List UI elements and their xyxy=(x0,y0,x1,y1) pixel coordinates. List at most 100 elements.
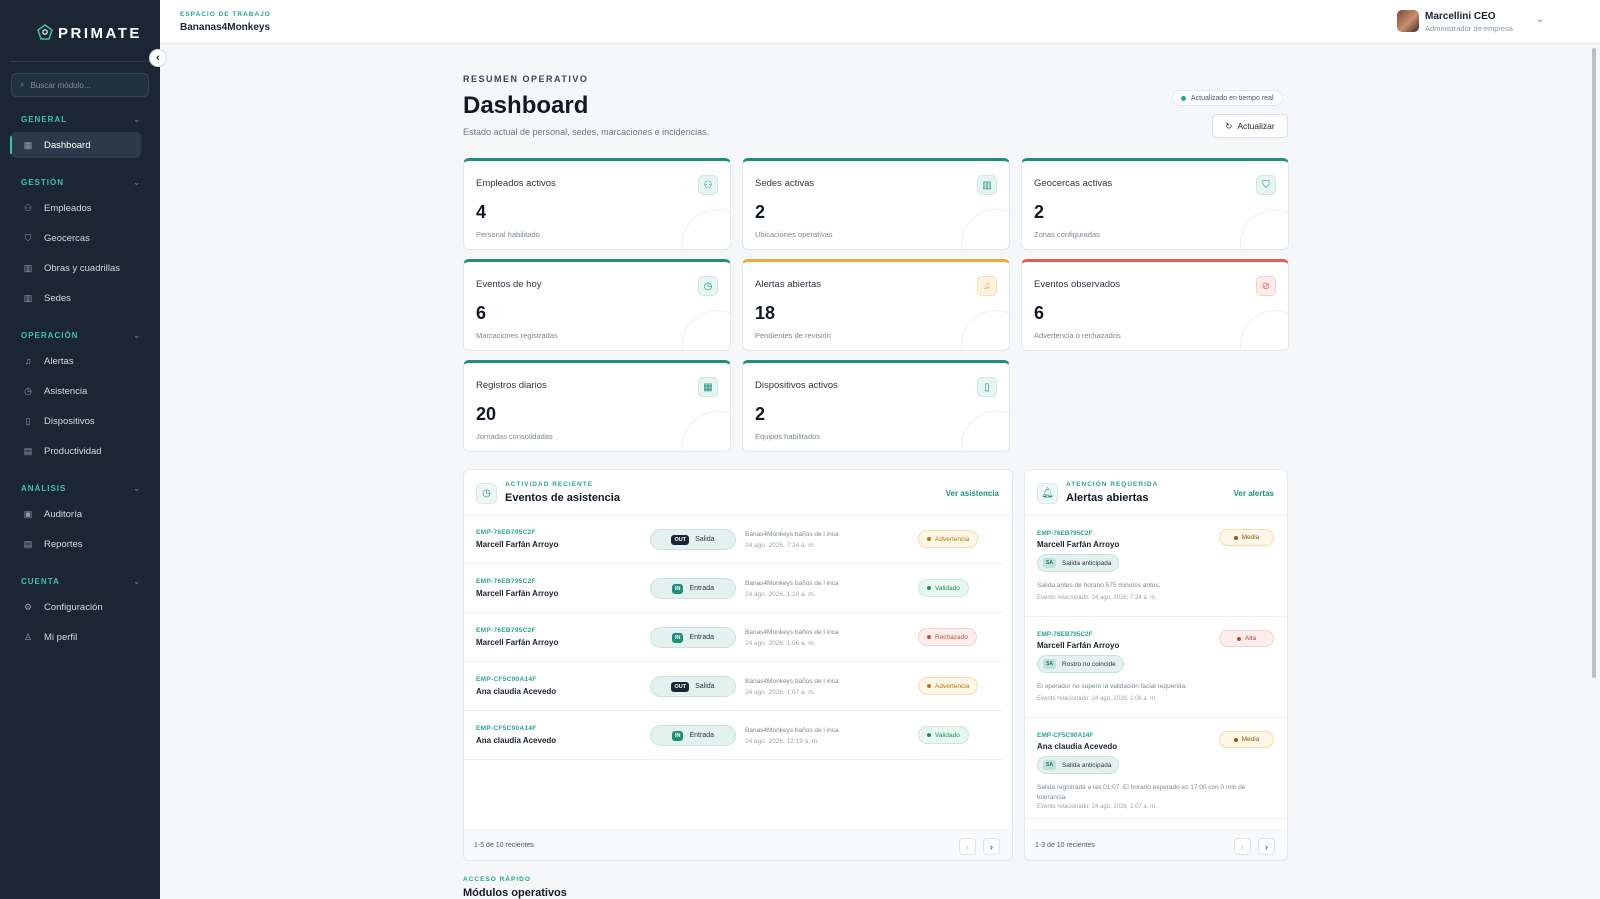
event-date: 24 ago. 2026, 12:19 a. m. xyxy=(745,738,820,745)
panel-footer: 1-3 de 10 recientes ‹ › xyxy=(1025,830,1287,860)
workspace-name[interactable]: Bananas4Monkeys xyxy=(180,22,270,33)
employee-code[interactable]: EMP-CF5C90A14F xyxy=(476,725,537,732)
event-location: Banas4Monkeys baños de l inca xyxy=(745,531,839,538)
event-direction-badge: IN xyxy=(671,583,684,594)
chevron-left-icon: ‹ xyxy=(156,52,160,64)
alert-item[interactable]: EMP-76EB795C2F Marcell Farfán Arroyo Media… xyxy=(1025,516,1287,617)
view-attendance-link[interactable]: Ver asistencia xyxy=(946,489,999,498)
event-direction-badge: IN xyxy=(671,730,684,741)
prev-page-button[interactable]: ‹ xyxy=(1234,838,1251,855)
alert-type-chip: SA Rostro no coincide xyxy=(1037,655,1124,673)
panel-kicker: ATENCIÓN REQUERIDA xyxy=(1066,481,1159,488)
status-badge: Validado xyxy=(918,726,969,744)
prev-page-button[interactable]: ‹ xyxy=(959,838,976,855)
view-alerts-link[interactable]: Ver alertas xyxy=(1234,489,1274,498)
app-logo-text: PRIMATE xyxy=(58,24,142,42)
event-type-label: Salida xyxy=(695,683,715,690)
sidebar-section-3[interactable]: ANÁLISIS ⌄ xyxy=(21,484,141,493)
sidebar-section-2[interactable]: OPERACIÓN ⌄ xyxy=(21,331,141,340)
sidebar-section-0[interactable]: GENERAL ⌄ xyxy=(21,115,141,124)
workspace-kicker: ESPACIO DE TRABAJO xyxy=(180,11,271,18)
sidebar-item-label: Reportes xyxy=(44,538,83,550)
stat-card[interactable]: Eventos observados 6 Advertencia o rechaza… xyxy=(1021,259,1289,351)
employee-name: Ana claudia Acevedo xyxy=(1037,742,1118,751)
card-decoration xyxy=(682,310,730,350)
stat-card[interactable]: Dispositivos activos 2 Equipos habilitados… xyxy=(742,360,1010,452)
stat-card[interactable]: Geocercas activas 2 Zonas configuradas ⛉ xyxy=(1021,158,1289,250)
page-subtitle: Estado actual de personal, sedes, marcac… xyxy=(463,127,710,137)
phone-icon: ▯ xyxy=(25,415,31,426)
employee-code[interactable]: EMP-76EB795C2F xyxy=(476,529,536,536)
sidebar-section-1[interactable]: GESTIÓN ⌄ xyxy=(21,178,141,187)
stat-card[interactable]: Empleados activos 4 Personal habilitado ⚇ xyxy=(463,158,731,250)
panel-title: Eventos de asistencia xyxy=(505,492,620,504)
sidebar-item-label: Dispositivos xyxy=(44,415,95,427)
employee-code[interactable]: EMP-76EB795C2F xyxy=(476,578,536,585)
stat-value: 2 xyxy=(755,404,766,424)
stat-value: 6 xyxy=(476,303,487,323)
stat-card[interactable]: Sedes activas 2 Ubicaciones operativas ▥ xyxy=(742,158,1010,250)
sidebar-item-dashboard[interactable]: ▦ Dashboard xyxy=(10,132,141,158)
scrollbar[interactable] xyxy=(1592,48,1596,678)
alert-item[interactable]: EMP-CF5C90A14F Ana claudia Acevedo Media SA… xyxy=(1025,718,1287,819)
table-row[interactable]: EMP-76EB795C2F Marcell Farfán Arroyo IN Ent… xyxy=(464,565,1002,613)
employee-name: Ana claudia Acevedo xyxy=(476,736,557,745)
stat-card[interactable]: Alertas abiertas 18 Pendientes de revisión… xyxy=(742,259,1010,351)
stat-card[interactable]: Eventos de hoy 6 Marcaciones registradas ◷ xyxy=(463,259,731,351)
table-row[interactable]: EMP-CF5C90A14F Ana claudia Acevedo OUT Sali… xyxy=(464,663,1002,711)
next-page-button[interactable]: › xyxy=(1258,838,1275,855)
building-icon: ▥ xyxy=(23,262,33,273)
employee-code[interactable]: EMP-76EB795C2F xyxy=(476,627,536,634)
sidebar-item-label: Auditoría xyxy=(44,508,83,520)
sidebar-item-alertas[interactable]: ♫ Alertas xyxy=(11,348,141,374)
employee-code[interactable]: EMP-76EB795C2F xyxy=(1037,530,1093,537)
stat-title: Eventos de hoy xyxy=(476,279,542,290)
alert-item[interactable]: EMP-76EB795C2F Marcell Farfán Arroyo Alta S… xyxy=(1025,617,1287,718)
sidebar-item-asistencia[interactable]: ◷ Asistencia xyxy=(11,378,141,404)
employee-code[interactable]: EMP-76EB795C2F xyxy=(1037,631,1093,638)
card-decoration xyxy=(1240,310,1288,350)
sidebar-item-sedes[interactable]: ▥ Sedes xyxy=(11,285,141,311)
sidebar-item-obras-y-cuadrillas[interactable]: ▥ Obras y cuadrillas xyxy=(11,255,141,281)
stat-subtitle: Equipos habilitados xyxy=(755,432,821,441)
employee-name: Marcell Farfán Arroyo xyxy=(476,638,559,647)
avatar[interactable] xyxy=(1397,10,1419,32)
sidebar-item-mi-perfil[interactable]: ♙ Mi perfil xyxy=(11,624,141,650)
employee-code[interactable]: EMP-CF5C90A14F xyxy=(1037,732,1093,739)
stat-value: 6 xyxy=(1034,303,1045,323)
sidebar: PRIMATE ⌕ Buscar módulo... GENERAL ⌄ ▦ Dash… xyxy=(0,0,160,899)
stat-card[interactable]: Registros diarios 20 Jornadas consolidadas… xyxy=(463,360,731,452)
refresh-button[interactable]: ↻ Actualizar xyxy=(1212,114,1288,138)
sidebar-section-title: GESTIÓN xyxy=(21,178,65,187)
sidebar-section-4[interactable]: CUENTA ⌄ xyxy=(21,577,141,586)
table-row[interactable]: EMP-76EB795C2F Marcell Farfán Arroyo OUT Sa… xyxy=(464,516,1002,564)
alert-type-label: Salida anticipada xyxy=(1061,761,1112,769)
stat-subtitle: Personal habilitado xyxy=(476,230,540,239)
app-logo[interactable]: PRIMATE xyxy=(36,22,142,44)
employee-name: Marcell Farfán Arroyo xyxy=(1037,540,1120,549)
sidebar-item-geocercas[interactable]: ⛉ Geocercas xyxy=(11,225,141,251)
stat-subtitle: Pendientes de revisión xyxy=(755,331,831,340)
sidebar-collapse-button[interactable]: ‹ xyxy=(149,49,167,67)
sidebar-item-empleados[interactable]: ⚇ Empleados xyxy=(11,195,141,221)
user-name[interactable]: Marcellini CEO xyxy=(1425,11,1496,22)
sidebar-item-dispositivos[interactable]: ▯ Dispositivos xyxy=(11,408,141,434)
stat-subtitle: Advertencia o rechazados xyxy=(1034,331,1121,340)
next-page-button[interactable]: › xyxy=(983,838,1000,855)
sidebar-item-reportes[interactable]: ▤ Reportes xyxy=(11,531,141,557)
event-type-label: Entrada xyxy=(689,585,715,592)
employee-code[interactable]: EMP-CF5C90A14F xyxy=(476,676,537,683)
card-decoration xyxy=(682,209,730,249)
event-type-label: Entrada xyxy=(689,634,715,641)
table-row[interactable]: EMP-CF5C90A14F Ana claudia Acevedo IN Entra… xyxy=(464,712,1002,760)
sidebar-item-productividad[interactable]: ▤ Productividad xyxy=(11,438,141,464)
table-row[interactable]: EMP-76EB795C2F Marcell Farfán Arroyo IN Ent… xyxy=(464,614,1002,662)
card-decoration xyxy=(1240,209,1288,249)
sidebar-item-configuraci-n[interactable]: ⚙ Configuración xyxy=(11,594,141,620)
sidebar-item-auditor-a[interactable]: ▣ Auditoría xyxy=(11,501,141,527)
chevron-down-icon[interactable]: ⌄ xyxy=(1536,14,1544,25)
chevron-left-icon: ‹ xyxy=(1241,841,1244,852)
sidebar-section-title: OPERACIÓN xyxy=(21,331,79,340)
module-search-input[interactable]: ⌕ Buscar módulo... xyxy=(11,73,149,97)
alert-related-event: Evento relacionado: 24 ago. 2026, 1:07 a… xyxy=(1037,804,1157,810)
